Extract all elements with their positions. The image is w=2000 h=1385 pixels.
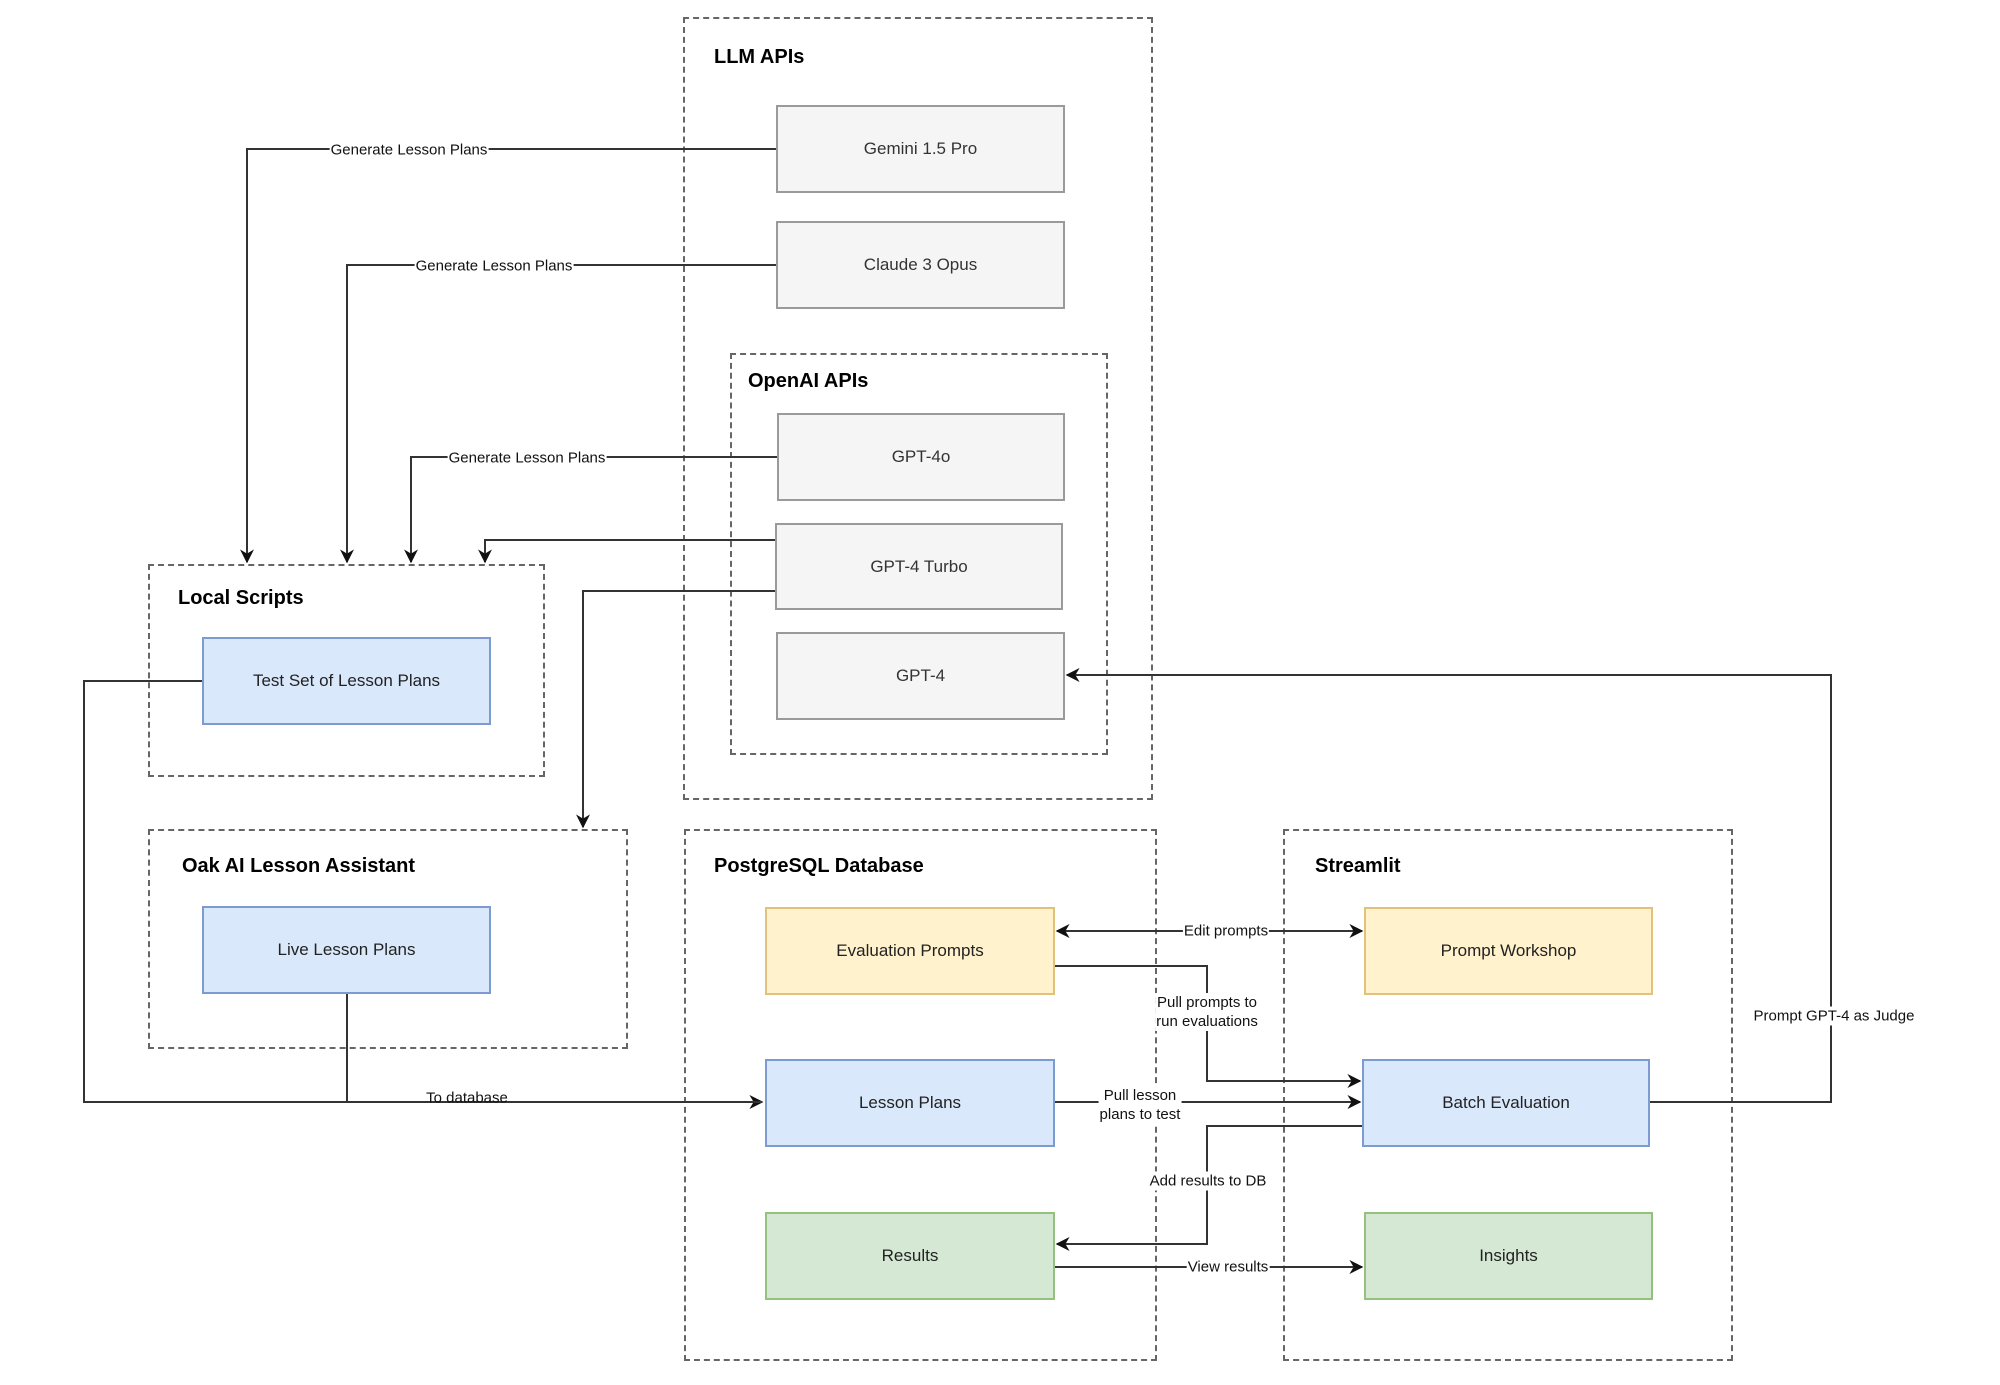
edge-label-add-results: Add results to DB [1148,1171,1268,1191]
node-prompt-workshop[interactable]: Prompt Workshop [1364,907,1653,995]
edge-label-edit-prompts: Edit prompts [1182,921,1270,941]
node-gpt4-turbo[interactable]: GPT-4 Turbo [775,523,1063,610]
node-test-set[interactable]: Test Set of Lesson Plans [202,637,491,725]
edge-gpt4o-to-local [404,456,777,564]
edge-label-judge: Prompt GPT-4 as Judge [1752,1006,1916,1026]
node-claude[interactable]: Claude 3 Opus [776,221,1065,309]
edge-label-generate-gpt4o: Generate Lesson Plans [447,448,607,468]
edge-label-view-results: View results [1186,1257,1270,1277]
node-lesson-plans[interactable]: Lesson Plans [765,1059,1055,1147]
edge-turbo-to-oak [576,590,775,829]
node-results[interactable]: Results [765,1212,1055,1300]
edge-turbo-to-local [478,539,775,564]
edge-label-pull-lessons: Pull lesson plans to test [1098,1086,1182,1124]
node-batch-evaluation[interactable]: Batch Evaluation [1362,1059,1650,1147]
node-gemini[interactable]: Gemini 1.5 Pro [776,105,1065,193]
edge-label-to-database: To database [426,1089,508,1107]
node-insights[interactable]: Insights [1364,1212,1653,1300]
node-eval-prompts[interactable]: Evaluation Prompts [765,907,1055,995]
node-live-plans[interactable]: Live Lesson Plans [202,906,491,994]
edge-judge [1065,668,1832,1103]
edge-gemini-to-local [240,148,776,564]
edge-label-pull-prompts: Pull prompts to run evaluations [1155,993,1259,1031]
node-gpt4o[interactable]: GPT-4o [777,413,1065,501]
node-gpt4[interactable]: GPT-4 [776,632,1065,720]
edge-label-generate-claude: Generate Lesson Plans [414,256,574,276]
edge-live-to-db [346,994,762,1103]
edge-testset-to-db [83,680,764,1109]
edge-label-generate-gemini: Generate Lesson Plans [329,140,489,160]
